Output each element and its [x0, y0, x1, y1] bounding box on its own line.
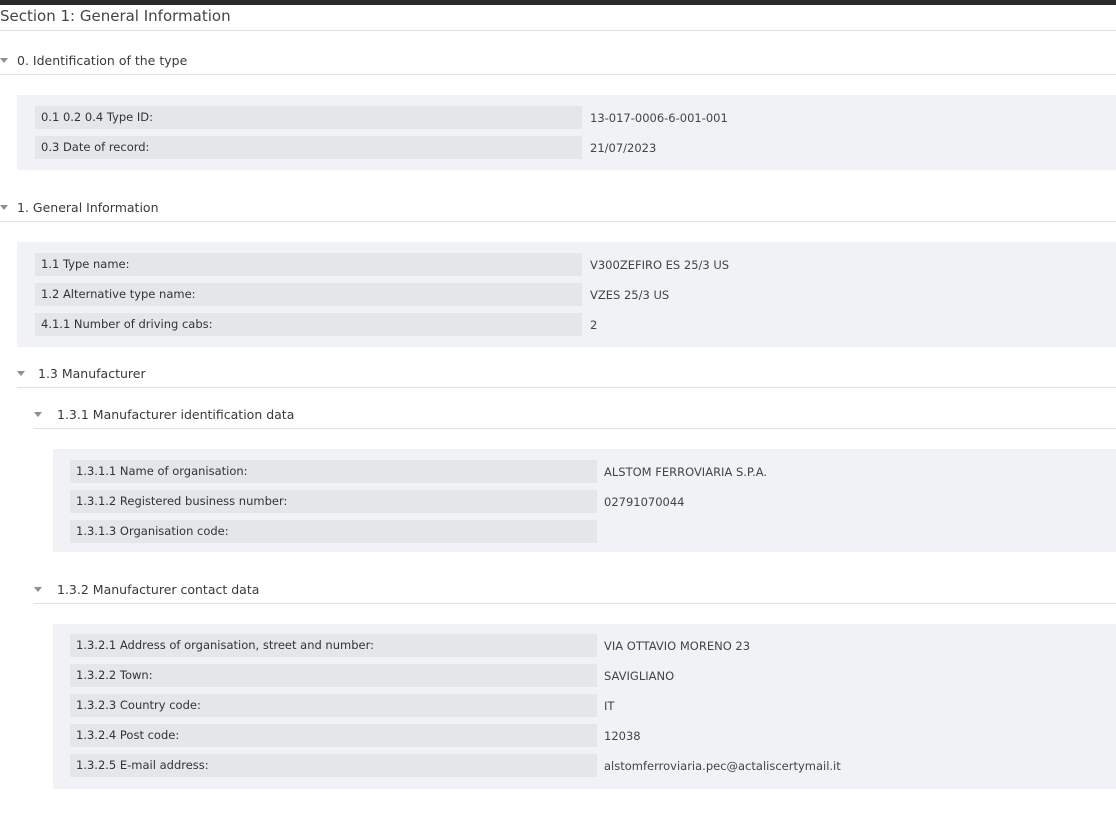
field-value: VIA OTTAVIO MORENO 23: [604, 639, 751, 653]
caret-down-icon[interactable]: [17, 371, 25, 376]
field-label: 1.3.2.5 E-mail address:: [70, 754, 597, 777]
field-value: ALSTOM FERROVIARIA S.P.A.: [604, 465, 768, 479]
field-row: 1.3.2.2 Town: SAVIGLIANO: [70, 664, 1116, 687]
field-value: 02791070044: [604, 495, 685, 509]
field-value: 21/07/2023: [590, 141, 657, 155]
manufacturer-contact-panel: 1.3.2.1 Address of organisation, street …: [53, 624, 1116, 789]
field-row: 1.3.2.1 Address of organisation, street …: [70, 634, 1116, 657]
field-label: 1.3.2.4 Post code:: [70, 724, 597, 747]
field-label: 0.3 Date of record:: [35, 136, 582, 159]
field-row: 1.3.2.4 Post code: 12038: [70, 724, 1116, 747]
field-value: 12038: [604, 729, 641, 743]
manufacturer-identification-panel: 1.3.1.1 Name of organisation: ALSTOM FER…: [53, 449, 1116, 552]
field-label: 1.1 Type name:: [35, 253, 582, 276]
group-title: 1.3.2 Manufacturer contact data: [57, 582, 260, 597]
field-label: 1.3.1.3 Organisation code:: [70, 520, 597, 543]
field-label: 1.3.2.2 Town:: [70, 664, 597, 687]
field-row: 1.2 Alternative type name: VZES 25/3 US: [35, 283, 1116, 306]
field-label: 1.2 Alternative type name:: [35, 283, 582, 306]
field-row: 0.3 Date of record: 21/07/2023: [35, 136, 1116, 159]
field-value: alstomferroviaria.pec@actaliscertymail.i…: [604, 759, 841, 773]
field-label: 1.3.1.1 Name of organisation:: [70, 460, 597, 483]
field-row: 0.1 0.2 0.4 Type ID: 13-017-0006-6-001-0…: [35, 106, 1116, 129]
field-row: 1.3.1.1 Name of organisation: ALSTOM FER…: [70, 460, 1116, 483]
group-title: 0. Identification of the type: [17, 53, 188, 68]
field-label: 0.1 0.2 0.4 Type ID:: [35, 106, 582, 129]
group-header-general-information[interactable]: 1. General Information: [0, 194, 1116, 222]
field-value: 13-017-0006-6-001-001: [590, 111, 728, 125]
group-header-manufacturer-contact[interactable]: 1.3.2 Manufacturer contact data: [34, 576, 1116, 604]
field-row: 1.3.1.2 Registered business number: 0279…: [70, 490, 1116, 513]
field-label: 4.1.1 Number of driving cabs:: [35, 313, 582, 336]
field-value: VZES 25/3 US: [590, 288, 670, 302]
section-title: Section 1: General Information: [0, 5, 1116, 31]
field-value: 2: [590, 318, 598, 332]
field-label: 1.3.1.2 Registered business number:: [70, 490, 597, 513]
group-header-manufacturer[interactable]: 1.3 Manufacturer: [17, 360, 1116, 388]
field-row: 1.1 Type name: V300ZEFIRO ES 25/3 US: [35, 253, 1116, 276]
caret-down-icon[interactable]: [0, 205, 8, 210]
group-header-manufacturer-identification[interactable]: 1.3.1 Manufacturer identification data: [34, 401, 1116, 429]
group-header-identification[interactable]: 0. Identification of the type: [0, 47, 1116, 75]
group-title: 1. General Information: [17, 200, 159, 215]
field-row: 1.3.2.3 Country code: IT: [70, 694, 1116, 717]
field-row: 1.3.1.3 Organisation code:: [70, 520, 1116, 543]
caret-down-icon[interactable]: [0, 58, 8, 63]
field-value: IT: [604, 699, 615, 713]
group-title: 1.3 Manufacturer: [38, 366, 146, 381]
field-value: SAVIGLIANO: [604, 669, 675, 683]
field-label: 1.3.2.3 Country code:: [70, 694, 597, 717]
caret-down-icon[interactable]: [34, 412, 42, 417]
field-row: 4.1.1 Number of driving cabs: 2: [35, 313, 1116, 336]
group-title: 1.3.1 Manufacturer identification data: [57, 407, 295, 422]
general-information-panel: 1.1 Type name: V300ZEFIRO ES 25/3 US 1.2…: [17, 242, 1116, 347]
field-label: 1.3.2.1 Address of organisation, street …: [70, 634, 597, 657]
field-value: V300ZEFIRO ES 25/3 US: [590, 258, 730, 272]
caret-down-icon[interactable]: [34, 587, 42, 592]
identification-panel: 0.1 0.2 0.4 Type ID: 13-017-0006-6-001-0…: [17, 95, 1116, 170]
field-row: 1.3.2.5 E-mail address: alstomferroviari…: [70, 754, 1116, 777]
